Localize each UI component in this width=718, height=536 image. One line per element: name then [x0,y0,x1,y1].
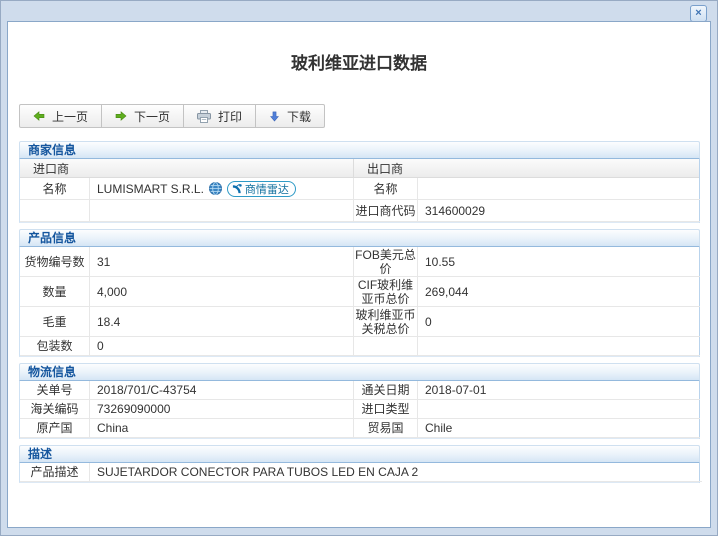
arrow-left-icon [33,111,45,121]
section-header-product: 产品信息 [19,229,700,247]
download-label: 下载 [287,109,312,124]
prev-page-label: 上一页 [52,109,89,124]
goods-count-value: 31 [90,247,354,277]
customs-doc-label: 关单号 [20,381,90,400]
merchant-subheader-row: 进口商 出口商 [20,159,699,178]
clearance-date-value: 2018-07-01 [418,381,700,400]
importer-code-label: 进口商代码 [354,200,418,222]
table-row: 海关编码 73269090000 进口类型 [20,400,700,419]
arrow-right-icon [115,111,127,121]
cif-total-value: 269,044 [418,277,700,307]
exporter-column-header: 出口商 [367,161,404,176]
customs-doc-value: 2018/701/C-43754 [90,381,354,400]
next-page-label: 下一页 [134,109,171,124]
gross-weight-value: 18.4 [90,307,354,337]
importer-code-value: 314600029 [418,200,700,222]
radar-badge-label: 商情雷达 [244,183,289,196]
quantity-label: 数量 [20,277,90,307]
section-header-merchant: 商家信息 [19,141,700,159]
section-header-logistics: 物流信息 [19,363,700,381]
prev-page-button[interactable]: 上一页 [19,104,103,128]
section-header-description: 描述 [19,445,700,463]
toolbar: 上一页 下一页 打印 下载 [19,104,326,128]
globe-icon[interactable] [208,182,222,195]
exporter-name-label: 名称 [354,178,418,200]
hs-code-label: 海关编码 [20,400,90,419]
table-row: 进口商代码 314600029 [20,200,700,222]
product-description-value: SUJETARDOR CONECTOR PARA TUBOS LED EN CA… [90,463,702,482]
package-count-value: 0 [90,337,354,356]
clearance-date-label: 通关日期 [354,381,418,400]
tariff-total-value: 0 [418,307,700,337]
page-title: 玻利维亚进口数据 [291,54,427,73]
printer-icon [197,109,212,123]
logistics-section: 关单号 2018/701/C-43754 通关日期 2018-07-01 海关编… [19,381,700,439]
download-button[interactable]: 下载 [255,104,326,128]
radar-icon [232,183,242,194]
product-section: 货物编号数 31 FOB美元总价 10.55 数量 4,000 CIF玻利维亚币… [19,247,700,357]
import-data-dialog: × 玻利维亚进口数据 上一页 下一页 打印 下载 商家信息 进口商 出口商 名称… [0,0,718,536]
product-description-label: 产品描述 [20,463,90,482]
cif-total-label: CIF玻利维亚币总价 [354,277,418,307]
next-page-button[interactable]: 下一页 [101,104,185,128]
gross-weight-label: 毛重 [20,307,90,337]
fob-usd-value: 10.55 [418,247,700,277]
table-row: 名称 LUMISMART S.R.L. 商情雷达 名称 [20,178,700,200]
print-label: 打印 [218,109,243,124]
exporter-name-value [418,178,700,200]
dialog-content-panel: 玻利维亚进口数据 上一页 下一页 打印 下载 商家信息 进口商 出口商 名称 L… [7,21,711,528]
description-section: 产品描述 SUJETARDOR CONECTOR PARA TUBOS LED … [19,463,702,483]
business-radar-badge[interactable]: 商情雷达 [226,180,296,197]
empty-value-cell [418,337,700,356]
importer-name-label: 名称 [20,178,90,200]
trade-country-value: Chile [418,419,700,438]
table-row: 包装数 0 [20,337,700,356]
print-button[interactable]: 打印 [183,104,257,128]
empty-label-cell [20,200,90,222]
download-arrow-icon [270,111,279,122]
table-row: 数量 4,000 CIF玻利维亚币总价 269,044 [20,277,700,307]
empty-label-cell [354,337,418,356]
quantity-value: 4,000 [90,277,354,307]
importer-name-cell: LUMISMART S.R.L. 商情雷达 [90,178,354,200]
importer-name-value: LUMISMART S.R.L. [97,181,204,196]
table-row: 毛重 18.4 玻利维亚币关税总价 0 [20,307,700,337]
hs-code-value: 73269090000 [90,400,354,419]
tariff-total-label: 玻利维亚币关税总价 [354,307,418,337]
importer-column-header: 进口商 [20,159,354,177]
origin-country-value: China [90,419,354,438]
origin-country-label: 原产国 [20,419,90,438]
table-row: 关单号 2018/701/C-43754 通关日期 2018-07-01 [20,381,700,400]
package-count-label: 包装数 [20,337,90,356]
table-row: 货物编号数 31 FOB美元总价 10.55 [20,247,700,277]
fob-usd-label: FOB美元总价 [354,247,418,277]
table-row: 产品描述 SUJETARDOR CONECTOR PARA TUBOS LED … [20,463,702,482]
empty-value-cell [90,200,354,222]
import-type-label: 进口类型 [354,400,418,419]
table-row: 原产国 China 贸易国 Chile [20,419,700,438]
detail-tables: 商家信息 进口商 出口商 名称 LUMISMART S.R.L. 商情雷达 名称… [19,141,702,483]
merchant-section: 进口商 出口商 名称 LUMISMART S.R.L. 商情雷达 名称 进口商代… [19,159,700,223]
close-icon[interactable]: × [690,5,707,22]
import-type-value [418,400,700,419]
trade-country-label: 贸易国 [354,419,418,438]
goods-count-label: 货物编号数 [20,247,90,277]
